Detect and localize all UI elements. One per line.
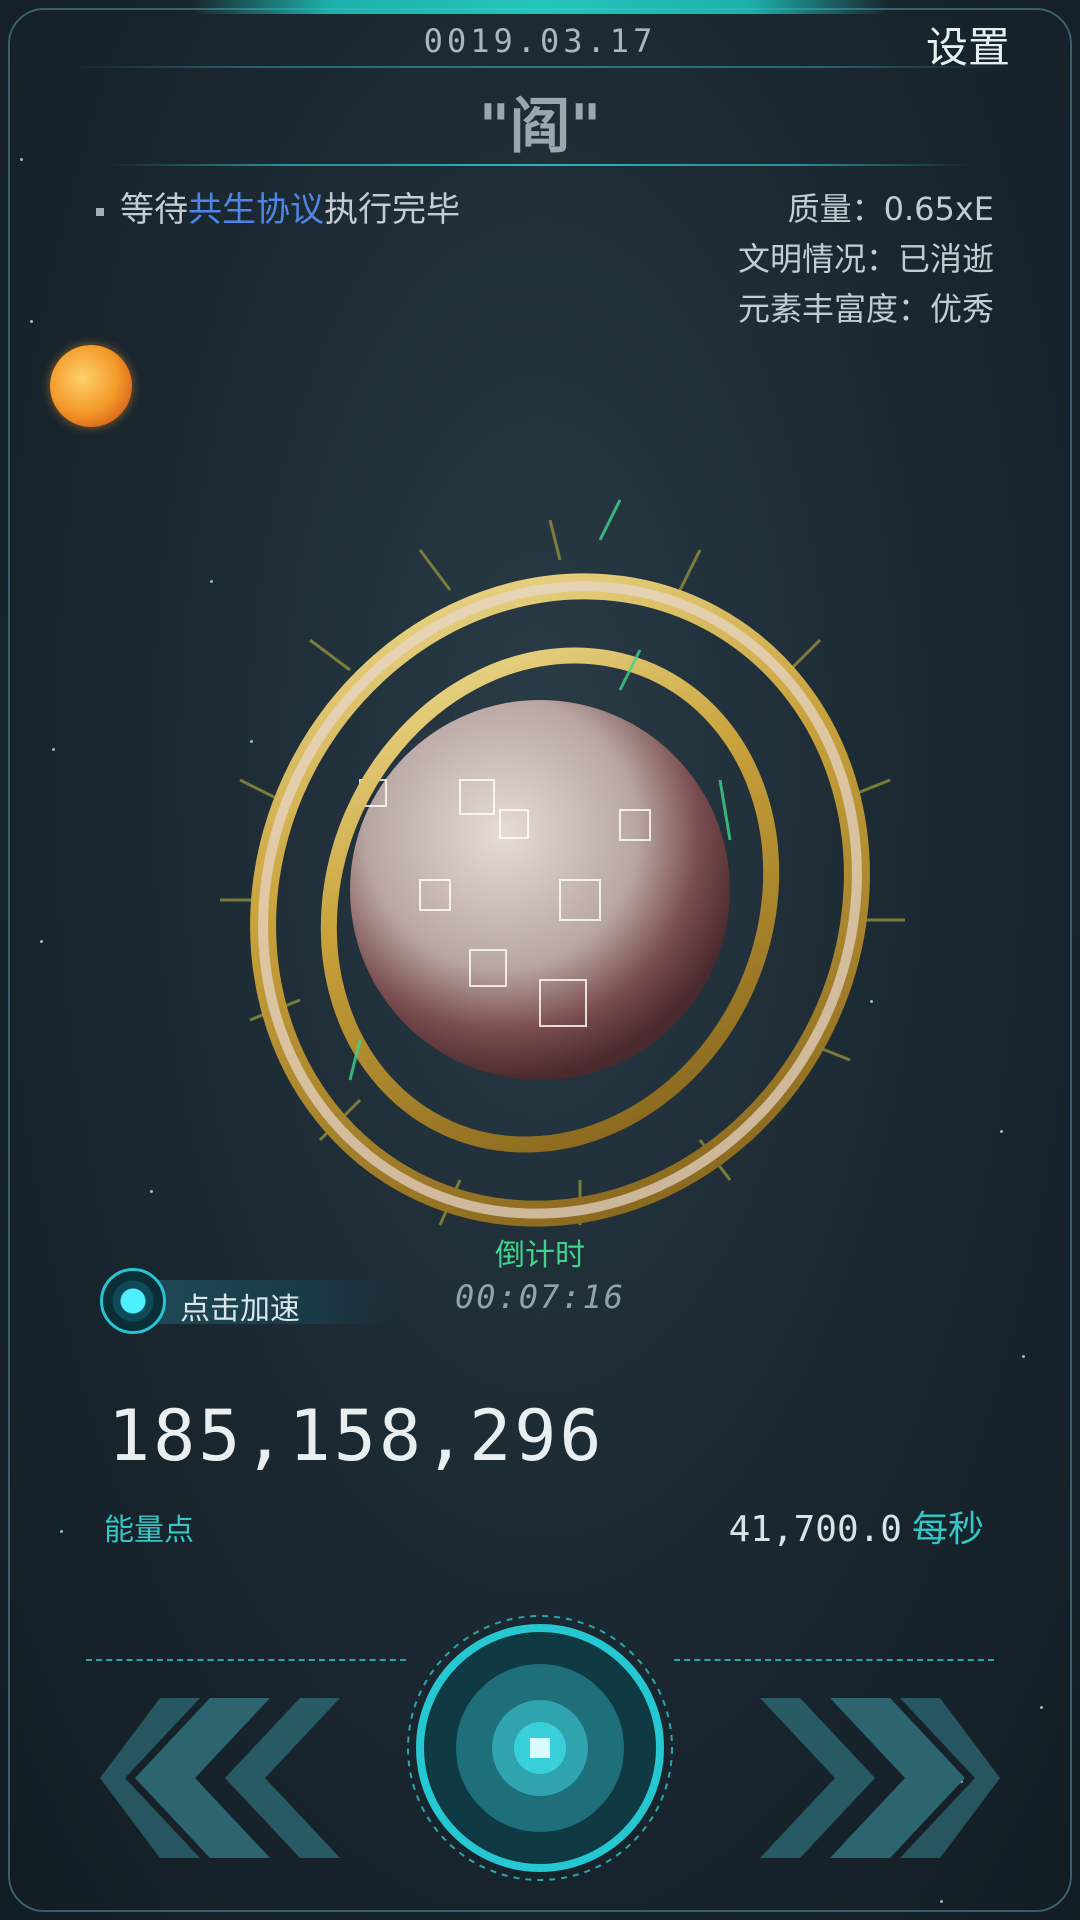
stat-element-richness: 元素丰富度：优秀 <box>737 290 994 328</box>
dashed-divider-left <box>86 1659 406 1661</box>
double-chevron-right-icon[interactable] <box>760 1698 1000 1858</box>
sun-icon[interactable] <box>50 345 132 427</box>
stat-mass: 质量：0.65xE <box>787 190 994 228</box>
bullet-icon <box>96 207 104 216</box>
title-divider <box>110 164 970 166</box>
stat-civilization: 文明情况：已消逝 <box>737 240 994 278</box>
energy-points-label: 能量点 <box>104 1513 194 1548</box>
speedup-label: 点击加速 <box>180 1292 300 1327</box>
speedup-button[interactable]: 点击加速 <box>100 1268 396 1334</box>
center-action-button[interactable] <box>404 1612 676 1884</box>
planet-name: "阎" <box>478 92 602 162</box>
energy-rate-unit: 每秒 <box>911 1509 984 1550</box>
task-prefix: 等待 <box>120 190 188 230</box>
energy-rate: 41,700.0 每秒 <box>729 1500 984 1552</box>
stop-icon <box>530 1738 550 1758</box>
game-date: 0019.03.17 <box>423 22 657 60</box>
task-highlight-link[interactable]: 共生协议 <box>188 190 324 230</box>
double-chevron-left-icon[interactable] <box>100 1698 340 1858</box>
energy-rate-value: 41,700.0 <box>728 1509 902 1550</box>
task-status: 等待共生协议执行完毕 <box>96 182 460 231</box>
top-glow-bar <box>190 0 890 14</box>
energy-points-value: 185,158,296 <box>108 1395 605 1477</box>
planet-icon <box>220 499 905 1227</box>
task-suffix: 执行完毕 <box>324 190 460 230</box>
planet-view[interactable] <box>200 480 920 1240</box>
target-icon <box>100 1268 166 1334</box>
header-divider <box>70 66 1010 68</box>
dashed-divider-right <box>674 1659 994 1661</box>
